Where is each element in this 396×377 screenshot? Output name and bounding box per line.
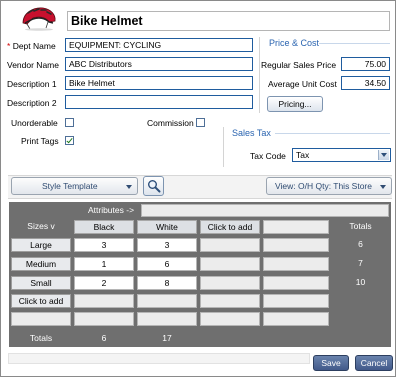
chevron-down-icon [378, 150, 389, 160]
avg-cost-field[interactable]: 34.50 [341, 76, 390, 90]
empty-cell [74, 312, 134, 326]
empty-cell [263, 276, 329, 290]
empty-cell [263, 294, 329, 308]
pricing-button[interactable]: Pricing... [267, 96, 323, 112]
save-button[interactable]: Save [313, 355, 349, 371]
status-bar [8, 353, 310, 364]
view-dropdown[interactable]: View: O/H Qty: This Store [266, 177, 392, 195]
dept-name-field[interactable]: EQUIPMENT: CYCLING [65, 38, 253, 52]
print-tags-checkbox[interactable] [65, 136, 74, 145]
row-total-large: 6 [332, 238, 389, 252]
tax-code-select[interactable]: Tax [292, 148, 391, 162]
qty-cell-medium-white[interactable]: 6 [137, 257, 197, 271]
row-total-small: 10 [332, 276, 389, 290]
tax-group-rule [275, 133, 390, 134]
row-header-small[interactable]: Small [11, 276, 71, 290]
price-group-rule [319, 43, 390, 44]
empty-cell [263, 312, 329, 326]
vendor-label: Vendor Name [7, 60, 59, 70]
row-header-large[interactable]: Large [11, 238, 71, 252]
item-editor-window: Bike Helmet * Dept Name EQUIPMENT: CYCLI… [0, 0, 396, 377]
column-header-black[interactable]: Black [74, 220, 134, 234]
description2-label: Description 2 [7, 98, 57, 108]
sales-tax-group-title: Sales Tax [232, 128, 271, 138]
tax-group-divider [223, 127, 224, 167]
unorderable-label: Unorderable [11, 118, 58, 128]
row-total-medium: 7 [332, 257, 389, 271]
empty-header-cell [263, 220, 329, 234]
totals-row-label: Totals [11, 332, 71, 346]
chevron-down-icon [126, 185, 132, 189]
required-marker: * [7, 41, 11, 51]
item-title-field[interactable]: Bike Helmet [67, 11, 390, 31]
empty-cell [200, 238, 260, 252]
dept-label: * Dept Name [7, 41, 56, 51]
style-template-dropdown[interactable]: Style Template [11, 177, 138, 195]
add-row-cell[interactable]: Click to add [11, 294, 71, 308]
regular-price-field[interactable]: 75.00 [341, 57, 390, 71]
qty-cell-large-white[interactable]: 3 [137, 238, 197, 252]
regular-price-label: Regular Sales Price [261, 60, 337, 70]
avg-cost-label: Average Unit Cost [268, 79, 337, 89]
cancel-button[interactable]: Cancel [355, 355, 393, 371]
qty-cell-small-black[interactable]: 2 [74, 276, 134, 290]
magnifier-icon [147, 180, 160, 193]
print-tags-label: Print Tags [21, 136, 59, 146]
price-group-divider [259, 37, 260, 113]
tax-code-label: Tax Code [250, 151, 286, 161]
empty-cell [263, 257, 329, 271]
empty-cell [11, 312, 71, 326]
qty-cell-large-black[interactable]: 3 [74, 238, 134, 252]
qty-cell-medium-black[interactable]: 1 [74, 257, 134, 271]
dept-label-text: Dept Name [12, 41, 56, 51]
attribute-matrix-grid: Attributes -> Sizes v Black White Click … [9, 202, 391, 347]
add-column-cell[interactable]: Click to add [200, 220, 260, 234]
vendor-name-field[interactable]: ABC Distributors [65, 57, 253, 71]
column-total-black: 6 [74, 332, 134, 346]
column-header-white[interactable]: White [137, 220, 197, 234]
description1-field[interactable]: Bike Helmet [65, 76, 253, 90]
row-header-medium[interactable]: Medium [11, 257, 71, 271]
chevron-down-icon [380, 185, 386, 189]
attributes-header: Attributes -> [81, 204, 141, 217]
empty-cell [200, 294, 260, 308]
empty-cell [200, 312, 260, 326]
tax-code-value: Tax [296, 150, 310, 160]
commission-checkbox[interactable] [196, 118, 205, 127]
style-template-label: Style Template [42, 181, 98, 191]
commission-label: Commission [147, 118, 194, 128]
empty-cell [137, 294, 197, 308]
search-button[interactable] [143, 176, 164, 196]
attributes-spacer [141, 204, 389, 217]
totals-header: Totals [332, 220, 389, 234]
description1-label: Description 1 [7, 79, 57, 89]
helmet-icon [19, 5, 59, 31]
column-total-white: 17 [137, 332, 197, 346]
view-label: View: O/H Qty: This Store [275, 181, 372, 191]
empty-cell [200, 257, 260, 271]
empty-cell [74, 294, 134, 308]
unorderable-checkbox[interactable] [65, 118, 74, 127]
empty-cell [200, 276, 260, 290]
qty-cell-small-white[interactable]: 8 [137, 276, 197, 290]
empty-cell [137, 312, 197, 326]
description2-field[interactable] [65, 95, 253, 109]
sizes-header[interactable]: Sizes v [11, 220, 71, 234]
price-cost-group-title: Price & Cost [269, 38, 320, 48]
empty-cell [263, 238, 329, 252]
